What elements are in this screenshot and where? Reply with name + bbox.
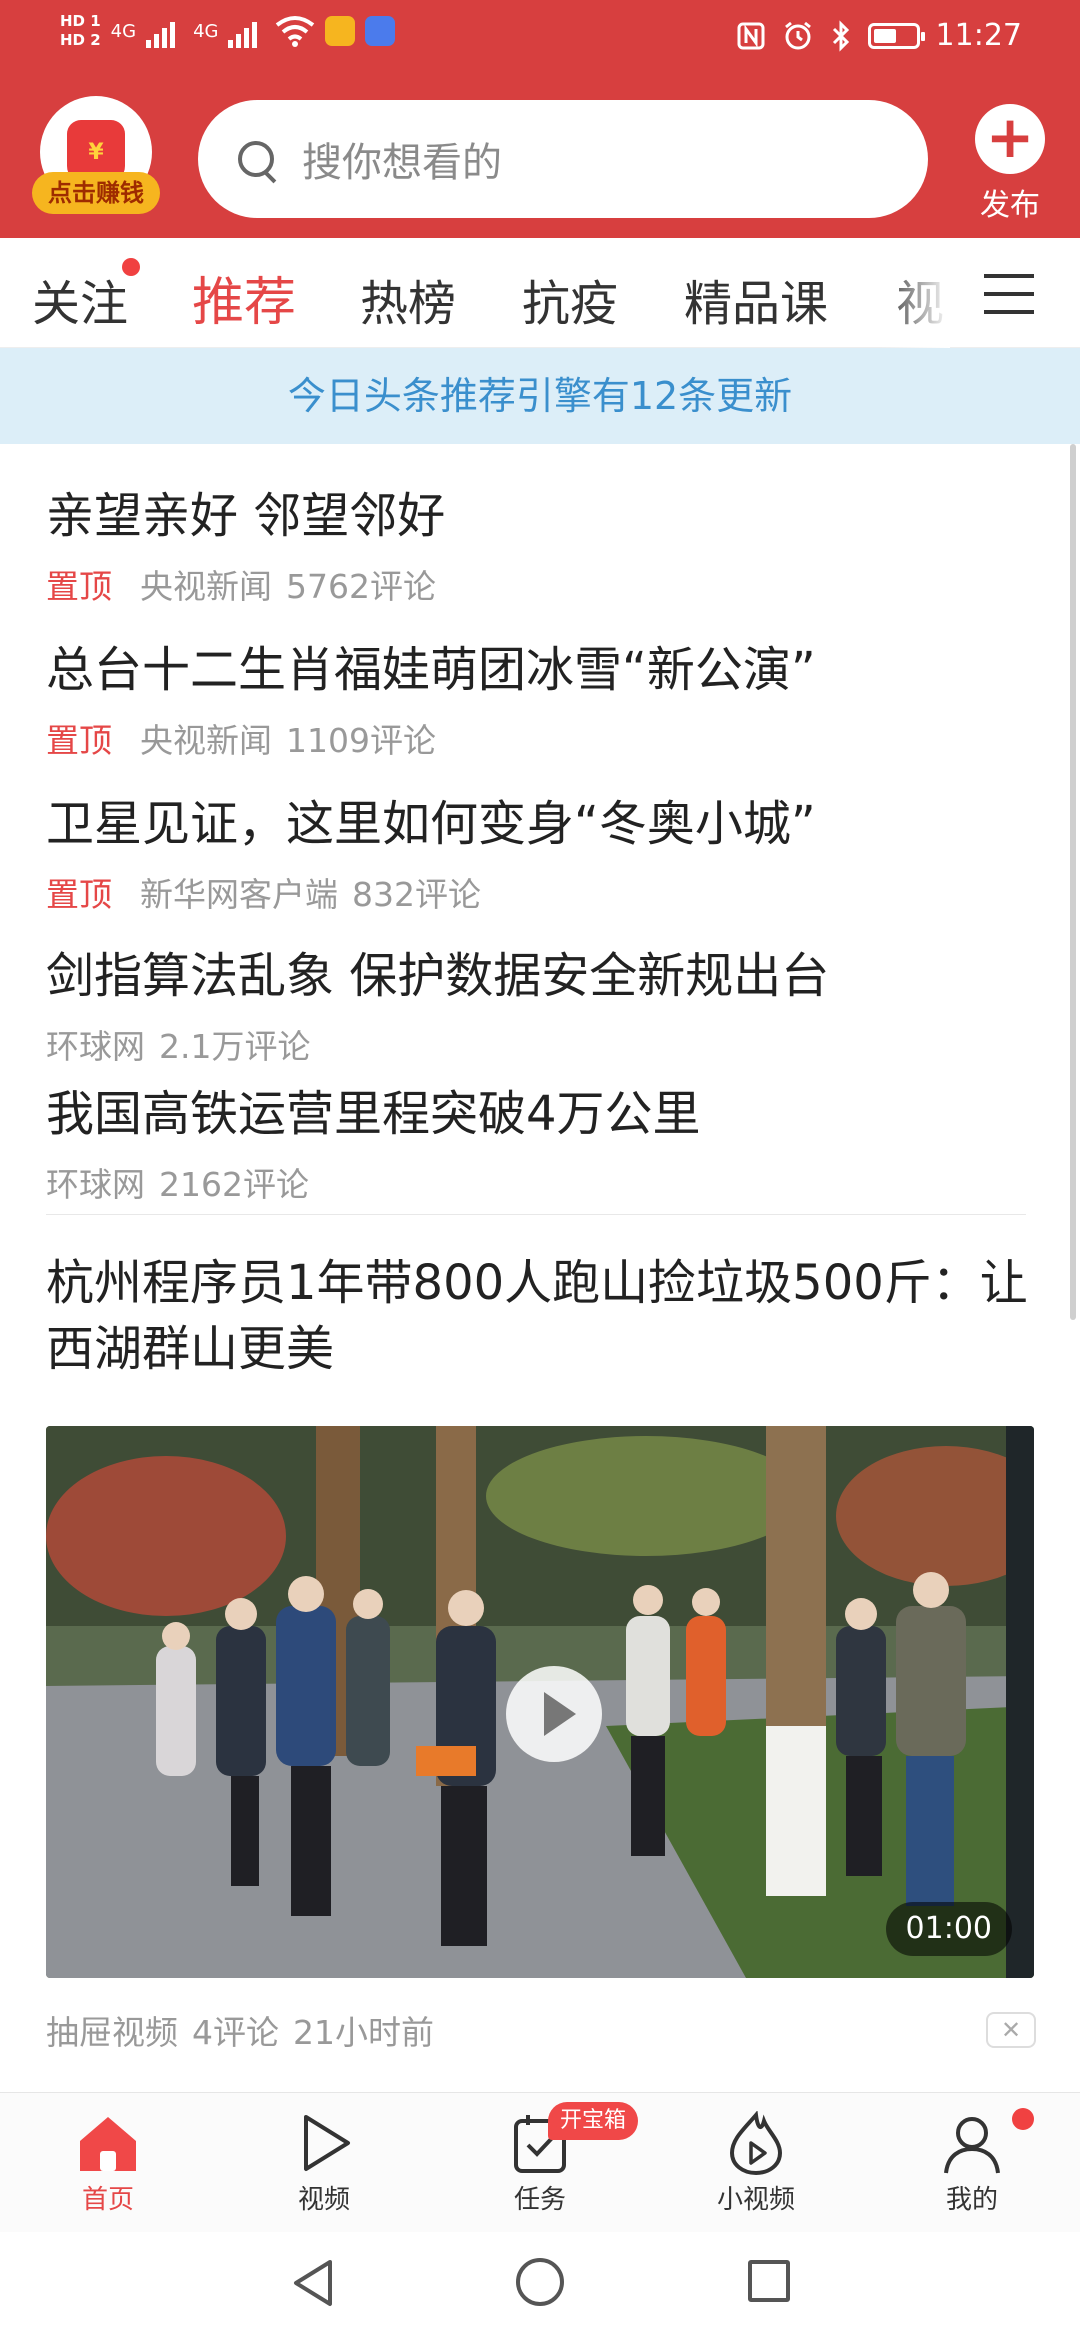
news-source: 环球网	[46, 1165, 145, 1204]
play-icon	[292, 2111, 356, 2175]
music-app-icon	[365, 16, 396, 46]
status-bar: HD 1 HD 2 4G 4G 11:27	[0, 0, 1080, 80]
nav-home[interactable]: 首页	[38, 2111, 178, 2216]
nav-short-video[interactable]: 小视频	[686, 2110, 826, 2216]
video-time: 21小时前	[293, 2013, 434, 2052]
nav-video[interactable]: 视频	[254, 2111, 394, 2216]
battery-icon	[867, 22, 925, 49]
news-item[interactable]: 剑指算法乱象 保护数据安全新规出台 环球网 2.1万评论	[46, 936, 1046, 1068]
tab-follow[interactable]: 关注	[32, 264, 128, 334]
back-icon[interactable]	[290, 2258, 336, 2308]
earn-money-label: 点击赚钱	[32, 172, 160, 214]
tab-antiepidemic[interactable]: 抗疫	[522, 264, 618, 334]
bottom-nav: 首页 视频 任务 小视频 我的	[0, 2092, 1080, 2232]
divider	[46, 1214, 1026, 1215]
video-comments: 4评论	[192, 2013, 279, 2052]
close-icon: ✕	[1000, 2016, 1022, 2044]
tab-fade	[880, 238, 950, 348]
news-item[interactable]: 总台十二生肖福娃萌团冰雪“新公演” 置顶 央视新闻 1109评论	[46, 630, 1046, 762]
clock: 11:27	[935, 18, 1022, 53]
search-input[interactable]: 搜你想看的	[198, 100, 928, 218]
app-notification-icon	[325, 16, 356, 46]
recent-apps-icon[interactable]	[748, 2260, 790, 2302]
pinned-tag: 置顶	[46, 567, 112, 606]
user-icon	[940, 2111, 1004, 2175]
nfc-icon	[737, 22, 765, 49]
news-title: 剑指算法乱象 保护数据安全新规出台	[46, 948, 830, 1004]
play-icon[interactable]	[506, 1666, 602, 1762]
bluetooth-icon	[832, 19, 849, 52]
tab-courses[interactable]: 精品课	[684, 264, 828, 334]
system-nav-bar	[0, 2232, 1080, 2340]
search-placeholder: 搜你想看的	[302, 140, 502, 186]
video-meta: 抽屉视频 4评论 21小时前	[46, 2006, 434, 2054]
earn-money-button[interactable]: ¥ 点击赚钱	[32, 96, 160, 218]
news-source: 新华网客户端	[140, 875, 338, 914]
news-title: 我国高铁运营里程突破4万公里	[46, 1086, 701, 1142]
news-source: 环球网	[46, 1027, 145, 1066]
publish-button[interactable]: + 发布	[964, 104, 1056, 224]
news-item[interactable]: 卫星见证，这里如何变身“冬奥小城” 置顶 新华网客户端 832评论	[46, 784, 1046, 916]
scrollbar[interactable]	[1070, 444, 1076, 1320]
hd-indicator: HD 1 HD 2	[60, 12, 101, 49]
news-comments: 832评论	[352, 875, 481, 914]
news-item[interactable]: 我国高铁运营里程突破4万公里 环球网 2162评论	[46, 1074, 1046, 1206]
news-meta: 环球网 2.1万评论	[46, 1020, 1046, 1068]
news-meta: 置顶 央视新闻 5762评论	[46, 560, 1046, 608]
wifi-icon	[276, 16, 315, 47]
news-comments: 5762评论	[286, 567, 436, 606]
tab-hot[interactable]: 热榜	[360, 264, 456, 334]
flame-play-icon	[724, 2110, 788, 2176]
news-meta: 置顶 央视新闻 1109评论	[46, 714, 1046, 762]
news-meta: 置顶 新华网客户端 832评论	[46, 868, 1046, 916]
network-type-2: 4G	[193, 20, 219, 42]
news-title: 卫星见证，这里如何变身“冬奥小城”	[46, 796, 816, 852]
news-comments: 2162评论	[159, 1165, 309, 1204]
home-button-icon[interactable]	[516, 2258, 564, 2306]
notification-dot	[1012, 2108, 1034, 2130]
news-comments: 2.1万评论	[159, 1027, 311, 1066]
video-thumbnail[interactable]: 01:00	[46, 1426, 1034, 1978]
news-item[interactable]: 亲望亲好 邻望邻好 置顶 央视新闻 5762评论	[46, 476, 1046, 608]
news-title: 亲望亲好 邻望邻好	[46, 488, 446, 544]
publish-label: 发布	[980, 188, 1040, 223]
menu-icon[interactable]	[984, 274, 1034, 314]
news-meta: 环球网 2162评论	[46, 1158, 1046, 1206]
news-source: 央视新闻	[140, 721, 272, 760]
tab-recommend[interactable]: 推荐	[192, 260, 296, 335]
dismiss-button[interactable]: ✕	[986, 2012, 1036, 2048]
home-icon	[76, 2111, 140, 2175]
news-comments: 1109评论	[286, 721, 436, 760]
news-title: 总台十二生肖福娃萌团冰雪“新公演”	[46, 642, 816, 698]
channel-tabs: 关注 推荐 热榜 抗疫 精品课 视	[0, 238, 1080, 348]
plus-icon: +	[975, 104, 1045, 174]
pinned-tag: 置顶	[46, 875, 112, 914]
video-duration: 01:00	[885, 1902, 1012, 1956]
alarm-icon	[784, 21, 811, 49]
video-post-title[interactable]: 杭州程序员1年带800人跑山捡垃圾500斤：让西湖群山更美	[46, 1250, 1036, 1382]
pinned-tag: 置顶	[46, 721, 112, 760]
news-source: 央视新闻	[140, 567, 272, 606]
update-banner: 今日头条推荐引擎有12条更新	[0, 348, 1080, 444]
network-type: 4G	[110, 20, 137, 42]
signal-icon	[146, 14, 176, 48]
search-icon	[234, 137, 278, 181]
signal-icon-2	[228, 14, 258, 48]
notification-dot	[122, 258, 140, 276]
header-bar: HD 1 HD 2 4G 4G 11:27 ¥ 点击赚钱 搜你想看的 + 发布	[0, 0, 1080, 238]
treasure-badge: 开宝箱	[548, 2102, 639, 2140]
video-source: 抽屉视频	[46, 2013, 178, 2052]
